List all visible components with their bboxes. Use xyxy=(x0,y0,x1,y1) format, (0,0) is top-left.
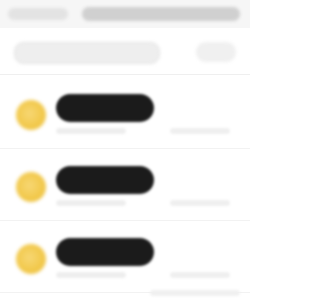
toolbar xyxy=(0,28,250,75)
avatar xyxy=(16,100,46,130)
meta-text xyxy=(56,200,126,206)
filter-button[interactable] xyxy=(196,42,236,62)
name-badge xyxy=(56,238,154,266)
footer-text xyxy=(150,290,240,296)
meta-text xyxy=(56,272,126,278)
avatar xyxy=(16,172,46,202)
top-bar xyxy=(0,0,250,29)
search-input[interactable] xyxy=(14,42,160,64)
tab-label[interactable] xyxy=(8,8,68,20)
right-meta-text xyxy=(170,128,230,134)
list-item[interactable] xyxy=(0,148,250,221)
right-meta-text xyxy=(170,200,230,206)
name-badge xyxy=(56,94,154,122)
list-item[interactable] xyxy=(0,220,250,293)
name-badge xyxy=(56,166,154,194)
avatar xyxy=(16,244,46,274)
meta-text xyxy=(56,128,126,134)
list-item[interactable] xyxy=(0,76,250,149)
right-meta-text xyxy=(170,272,230,278)
page-title xyxy=(82,7,240,21)
